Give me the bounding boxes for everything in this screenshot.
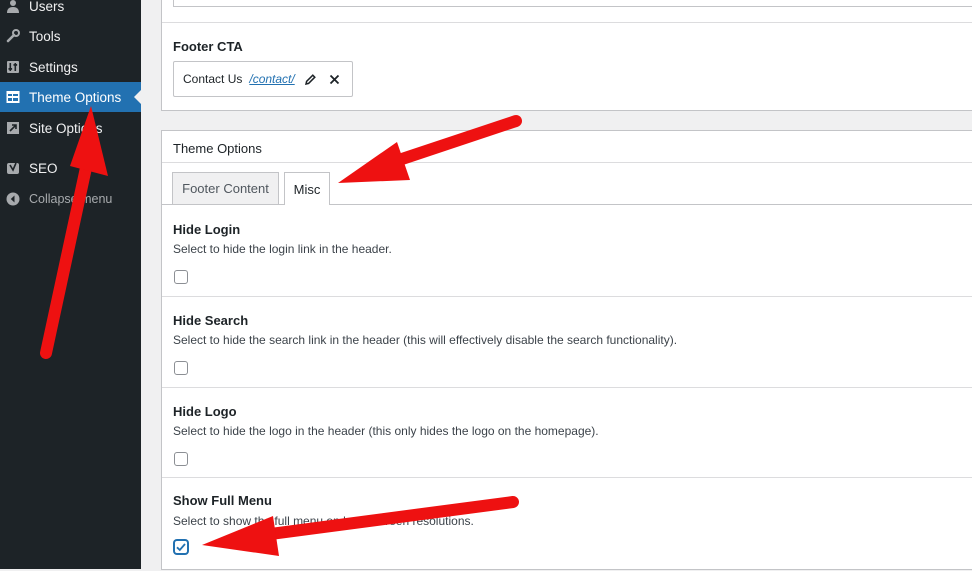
footer-cta-panel: Footer CTA Contact Us /contact/ [161, 0, 972, 111]
sidebar-item-tools[interactable]: Tools [0, 21, 141, 51]
sidebar-item-label: Collapse menu [29, 192, 113, 206]
tab-footer-content[interactable]: Footer Content [172, 172, 279, 204]
sidebar-item-label: Site Options [29, 120, 103, 136]
field-title: Hide Logo [173, 404, 237, 419]
sidebar-item-label: SEO [29, 160, 58, 176]
field-title: Show Full Menu [173, 493, 272, 508]
sidebar-item-label: Settings [29, 59, 78, 75]
sidebar-item-label: Theme Options [29, 89, 122, 105]
tab-misc[interactable]: Misc [284, 172, 330, 205]
field-title: Hide Search [173, 313, 249, 328]
link-url[interactable]: /contact/ [249, 72, 294, 86]
users-icon [6, 0, 20, 13]
previous-field-box [173, 0, 972, 7]
theme-options-panel: Theme Options Footer Content Misc Hide L… [161, 130, 972, 570]
link-label: Contact Us [183, 72, 243, 86]
wrench-icon [6, 29, 20, 43]
field-hide-logo: Hide Logo Select to hide the logo in the… [162, 387, 972, 478]
collapse-icon [6, 192, 20, 206]
sidebar-item-settings[interactable]: Settings [0, 52, 141, 82]
remove-link-icon[interactable] [329, 74, 340, 85]
field-title: Hide Login [173, 222, 241, 237]
settings-icon [6, 60, 20, 74]
hide-logo-checkbox[interactable] [174, 452, 188, 466]
field-description: Select to hide the login link in the hea… [173, 242, 392, 256]
edit-pencil-icon[interactable] [304, 73, 317, 86]
hide-login-checkbox[interactable] [174, 270, 188, 284]
field-hide-login: Hide Login Select to hide the login link… [162, 205, 972, 297]
sidebar-item-label: Tools [29, 28, 61, 44]
tabs-bar: Footer Content Misc [162, 162, 972, 205]
checkmark-icon [176, 543, 186, 552]
sidebar-item-site-options[interactable]: Site Options [0, 113, 141, 143]
sidebar-item-seo[interactable]: SEO [0, 153, 141, 183]
field-description: Select to hide the logo in the header (t… [173, 424, 599, 438]
hide-search-checkbox[interactable] [174, 361, 188, 375]
field-description: Select to show the full menu on large sc… [173, 514, 474, 528]
sidebar-item-users[interactable]: Users [0, 0, 141, 21]
footer-cta-title: Footer CTA [173, 39, 243, 54]
footer-cta-link-box: Contact Us /contact/ [173, 61, 353, 97]
panel-title: Theme Options [173, 141, 262, 156]
field-show-full-menu: Show Full Menu Select to show the full m… [162, 477, 972, 571]
field-description: Select to hide the search link in the he… [173, 333, 678, 347]
admin-sidebar: Users Tools Settings Theme Options Site … [0, 0, 141, 569]
yoast-icon [6, 161, 20, 175]
sidebar-item-label: Users [29, 0, 65, 14]
sidebar-item-theme-options[interactable]: Theme Options [0, 82, 141, 112]
collapse-menu-button[interactable]: Collapse menu [0, 184, 141, 214]
theme-options-icon [6, 90, 20, 104]
show-full-menu-checkbox[interactable] [174, 540, 188, 554]
divider [162, 22, 972, 23]
site-options-icon [6, 121, 20, 135]
field-hide-search: Hide Search Select to hide the search li… [162, 296, 972, 388]
